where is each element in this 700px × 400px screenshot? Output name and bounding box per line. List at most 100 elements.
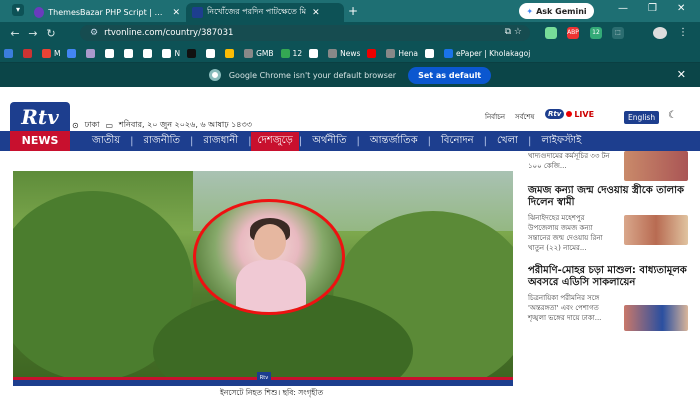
- reload-icon[interactable]: ↻: [42, 27, 60, 40]
- bookmark-item[interactable]: [86, 48, 98, 58]
- bookmark-favicon-icon: [105, 48, 115, 58]
- bookmark-item[interactable]: 12: [280, 48, 303, 58]
- back-icon[interactable]: ←: [6, 27, 24, 40]
- new-tab-button[interactable]: +: [344, 4, 362, 18]
- bookmark-item[interactable]: [187, 48, 199, 58]
- bookmark-favicon-icon: [206, 48, 216, 58]
- browser-tab-themesbazar[interactable]: ThemesBazar PHP Script | Dash ✕: [28, 3, 186, 22]
- sidebar-snippet: খাদ্যগুদামের কর্মসূচির ৩৩ টন ১০০ কেজি...: [528, 152, 610, 170]
- location-icon: ⊙: [72, 121, 79, 130]
- extension-icon[interactable]: 12: [590, 27, 602, 39]
- bookmark-label: M: [54, 48, 61, 58]
- nav-item[interactable]: খেলা: [487, 133, 528, 150]
- photo-dress: [236, 260, 306, 312]
- bookmark-label: N: [174, 48, 181, 58]
- forward-icon[interactable]: →: [24, 27, 42, 40]
- url-bar[interactable]: ⚙ rtvonline.com/country/387031 ⧉ ☆: [80, 25, 530, 41]
- adblock-extension-icon[interactable]: ABP: [567, 27, 579, 39]
- sidebar-item[interactable]: পরীমণি-মোহর চড়া মাশুল: বাধ্যতামূলক অবসর…: [528, 265, 688, 355]
- nav-items: জাতীয় | রাজনীতি | রাজধানী | দেশজুড়ে | অর্থনীতি…: [82, 131, 591, 151]
- bookmark-favicon-icon: [4, 48, 13, 58]
- bookmark-item[interactable]: [67, 48, 79, 58]
- bookmark-item[interactable]: [4, 48, 16, 58]
- site-info-icon[interactable]: ⚙: [90, 28, 98, 38]
- bookmark-item[interactable]: [23, 48, 35, 58]
- bookmark-item[interactable]: [105, 48, 117, 58]
- bookmark-favicon-icon: [225, 48, 235, 58]
- rtv-watermark-icon: Rtv: [257, 372, 271, 384]
- maximize-icon[interactable]: ❐: [648, 3, 657, 14]
- bookmark-item[interactable]: News: [328, 48, 360, 58]
- rtv-logo[interactable]: Rtv: [10, 102, 70, 132]
- close-tab-icon[interactable]: ✕: [312, 8, 320, 18]
- bookmark-label: 12: [292, 48, 303, 58]
- nav-item[interactable]: লাইফস্টাই: [531, 133, 591, 150]
- nav-item[interactable]: আন্তর্জাতিক: [360, 133, 428, 150]
- bookmark-favicon-icon: [328, 48, 338, 58]
- bookmark-label: GMB: [256, 48, 274, 58]
- web-page: Rtv ⊙ ঢাকা ▭ শনিবার, ২০ জুন ২০২৬, ৬ আষাঢ…: [0, 87, 700, 400]
- bookmark-item[interactable]: [309, 48, 321, 58]
- chrome-logo-icon: [208, 69, 221, 81]
- sidebar-item[interactable]: খাদ্যগুদামের কর্মসূচির ৩৩ টন ১০০ কেজি...: [528, 151, 688, 185]
- infobar-message: Google Chrome isn't your default browser: [228, 70, 397, 80]
- tab-search-icon[interactable]: ▾: [12, 4, 24, 16]
- nav-item[interactable]: রাজনীতি: [133, 133, 190, 150]
- close-window-icon[interactable]: ✕: [677, 3, 685, 14]
- sidebar-snippet: চিত্রনায়িকা পরীমনির সঙ্গে 'অন্তরঙ্গতা' …: [528, 294, 602, 322]
- english-button[interactable]: English: [624, 111, 660, 124]
- bookmark-item[interactable]: [367, 48, 379, 58]
- photo-face: [254, 224, 286, 260]
- menu-kebab-icon[interactable]: ⋮: [677, 27, 689, 39]
- live-label: LIVE: [574, 109, 595, 119]
- close-infobar-icon[interactable]: ✕: [677, 68, 686, 81]
- url-text: rtvonline.com/country/387031: [104, 28, 234, 38]
- nav-election-link[interactable]: নির্বাচন: [485, 111, 505, 123]
- bookmark-label: Hena: [398, 48, 418, 58]
- set-as-default-button[interactable]: Set as default: [408, 66, 492, 84]
- bookmark-item[interactable]: ePaper | Kholakagoj: [443, 48, 531, 58]
- bookmark-item[interactable]: [206, 48, 218, 58]
- close-tab-icon[interactable]: ✕: [172, 8, 180, 18]
- bookmarks-bar: M N GMB 12 News Hena ePaper | Kholakagoj: [0, 44, 700, 63]
- bookmark-item[interactable]: [424, 48, 437, 58]
- profile-avatar-icon[interactable]: [653, 27, 667, 39]
- main-nav: NEWS জাতীয় | রাজনীতি | রাজধানী | দেশজুড়ে | অর্…: [0, 131, 700, 151]
- image-caption: ইনসেটে নিহত শিশু। ছবি: সংগৃহীত: [220, 388, 324, 397]
- browser-tab-strip: ▾ ThemesBazar PHP Script | Dash ✕ নিখোঁজ…: [0, 0, 700, 22]
- inset-child-photo: [193, 199, 345, 315]
- sidebar-thumbnail: [624, 151, 688, 181]
- bookmark-item[interactable]: N: [162, 48, 181, 58]
- bookmark-star-icon[interactable]: ⧉ ☆: [505, 27, 522, 37]
- bookmark-label: ePaper | Kholakagoj: [455, 48, 531, 58]
- minimize-icon[interactable]: —: [618, 3, 628, 14]
- bookmark-item[interactable]: M: [42, 48, 61, 58]
- extensions-puzzle-icon[interactable]: ⬚: [612, 27, 624, 39]
- gemini-icon: ✦: [526, 6, 534, 16]
- nav-item[interactable]: জাতীয়: [82, 133, 130, 150]
- sidebar-thumbnail: [624, 215, 688, 245]
- nav-item[interactable]: দেশজুড়ে: [251, 131, 299, 151]
- nav-item[interactable]: অর্থনীতি: [302, 133, 356, 150]
- bookmark-item[interactable]: [124, 48, 136, 58]
- bookmark-favicon-icon: [244, 48, 254, 58]
- bookmark-item[interactable]: [225, 48, 237, 58]
- bookmark-item[interactable]: GMB: [244, 48, 274, 58]
- nav-item[interactable]: বিনোদন: [431, 133, 484, 150]
- live-button[interactable]: Rtv LIVE: [545, 109, 594, 119]
- ask-gemini-button[interactable]: ✦ Ask Gemini: [519, 3, 594, 19]
- extension-icon[interactable]: [545, 27, 557, 39]
- nav-latest-link[interactable]: সর্বশেষ: [515, 111, 534, 123]
- dark-mode-icon[interactable]: ☾: [668, 110, 677, 121]
- sidebar-news: খাদ্যগুদামের কর্মসূচির ৩৩ টন ১০০ কেজি...…: [528, 151, 688, 355]
- bookmark-item[interactable]: [143, 48, 155, 58]
- bookmark-item[interactable]: Hena: [386, 48, 418, 58]
- bookmark-favicon-icon: [367, 48, 377, 58]
- nav-item[interactable]: রাজধানী: [193, 133, 248, 150]
- sidebar-headline: পরীমণি-মোহর চড়া মাশুল: বাধ্যতামূলক অবসর…: [528, 265, 687, 288]
- calendar-icon: ▭: [105, 121, 114, 130]
- browser-tab-rtv[interactable]: নিখোঁজের পরদিন পাটক্ষেতে মি ✕: [186, 3, 344, 22]
- bookmark-favicon-icon: [143, 48, 153, 58]
- rtv-favicon-icon: [192, 7, 203, 18]
- sidebar-item[interactable]: জমজ কন্যা জন্ম দেওয়ায় স্ত্রীকে তালাক দ…: [528, 185, 688, 265]
